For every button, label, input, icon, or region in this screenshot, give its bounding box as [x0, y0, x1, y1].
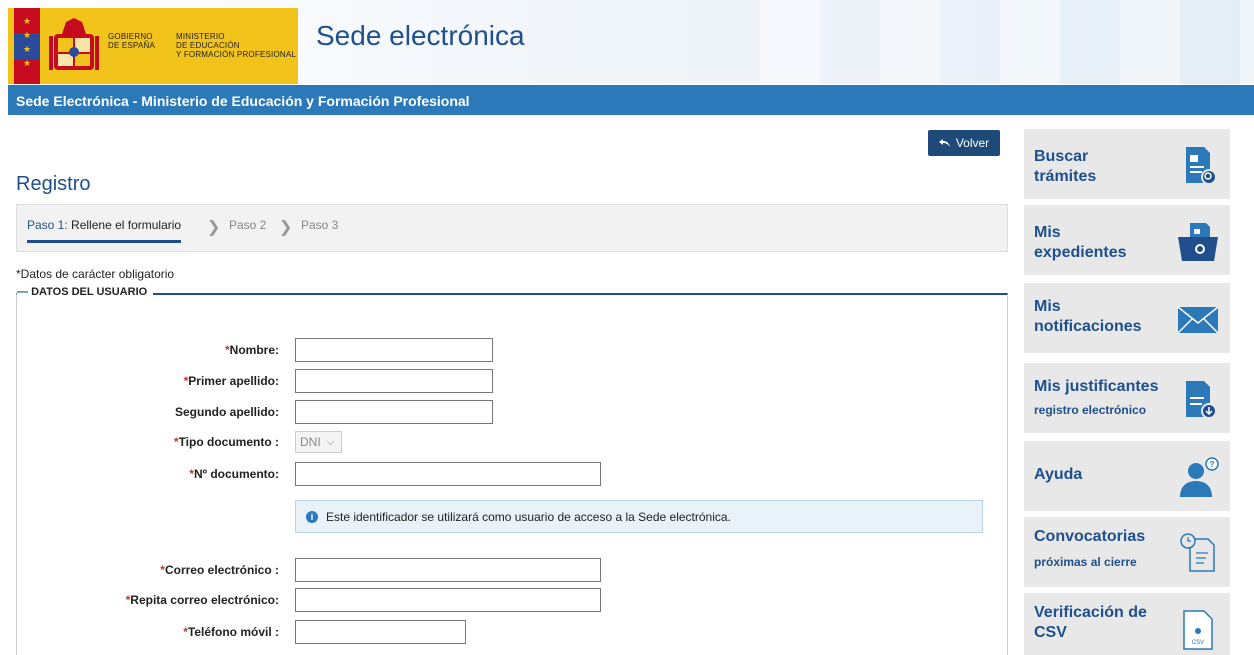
telefono-label-text: Teléfono móvil :	[187, 625, 279, 639]
segundo-apellido-field[interactable]	[295, 400, 493, 424]
government-logo[interactable]: ★ ★ ★ ★ GOBIERNO DE ESPAÑA MINISTERIO DE ED…	[8, 8, 298, 84]
segundo-apellido-label: Segundo apellido:	[23, 405, 279, 419]
ministry-line-1: MINISTERIO	[176, 32, 225, 41]
repeat-email-field[interactable]	[295, 588, 601, 612]
search-document-icon	[1186, 147, 1217, 185]
chevron-right-icon: ❯	[207, 219, 221, 236]
stars-icon: ★ ★ ★ ★	[23, 16, 32, 68]
chevron-down-icon: ⌵	[326, 436, 335, 448]
ministry-label: MINISTERIO DE EDUCACIÓN Y FORMACIÓN PROF…	[176, 32, 296, 59]
sidebar-item-title-line-2: trámites	[1034, 168, 1097, 185]
telefono-label: *Teléfono móvil :	[183, 625, 279, 639]
sidebar-item-title-line-1: Mis	[1034, 298, 1061, 315]
step-3: Paso 3	[301, 218, 339, 232]
quick-access-sidebar: Buscar trámites Mis expedientes Mis noti…	[1014, 115, 1254, 655]
user-help-icon: ?	[1180, 457, 1219, 497]
folder-search-icon	[1178, 223, 1218, 261]
info-icon: i	[306, 510, 318, 523]
nombre-label: *Nombre:	[224, 343, 279, 357]
sidebar-item-title-line-2: expedientes	[1034, 244, 1127, 261]
sidebar-item-title-line-1: Buscar	[1034, 148, 1089, 165]
tipo-documento-value: DNI	[300, 435, 321, 449]
sidebar-item-buscar-tramites[interactable]: Buscar trámites	[1024, 129, 1230, 199]
num-documento-label: *Nº documento:	[189, 467, 279, 481]
main-content: Volver Registro Paso 1: Rellene el formu…	[8, 115, 1010, 655]
download-document-icon	[1186, 381, 1217, 419]
telefono-field[interactable]	[295, 620, 466, 644]
sidebar-item-convocatorias[interactable]: Convocatorias próximas al cierre	[1024, 517, 1230, 587]
back-button[interactable]: Volver	[928, 130, 1000, 156]
page-title: Registro	[16, 173, 91, 195]
tipo-documento-label: *Tipo documento :	[173, 435, 279, 449]
nombre-label-text: Nombre:	[229, 343, 279, 357]
sidebar-item-verificacion-csv[interactable]: Verificación de CSV CSV	[1024, 593, 1230, 655]
tipo-documento-select[interactable]: DNI ⌵	[295, 431, 342, 453]
sidebar-item-title: Mis justificantes	[1034, 378, 1159, 395]
gov-line-2: DE ESPAÑA	[108, 41, 155, 50]
envelope-icon	[1177, 306, 1219, 334]
ministry-line-2: DE EDUCACIÓN	[176, 41, 240, 50]
email-field[interactable]	[295, 558, 601, 582]
chevron-right-icon: ❯	[279, 219, 293, 236]
sidebar-item-title: Ayuda	[1034, 466, 1083, 483]
segundo-apellido-label-text: Segundo apellido:	[175, 405, 279, 419]
nombre-field[interactable]	[295, 338, 493, 362]
num-documento-field[interactable]	[295, 462, 601, 486]
steps-bar: Paso 1: Rellene el formulario ❯ Paso 2 ❯…	[16, 204, 1008, 252]
sidebar-item-title: Convocatorias	[1034, 528, 1146, 545]
breadcrumb-bar: Sede Electrónica - Ministerio de Educaci…	[8, 85, 1254, 115]
back-button-label: Volver	[955, 136, 990, 150]
breadcrumb-title[interactable]: Sede Electrónica - Ministerio de Educaci…	[16, 93, 470, 109]
step-1-prefix: Paso 1:	[27, 218, 68, 232]
gov-line-1: GOBIERNO	[108, 32, 153, 41]
coat-of-arms-icon	[49, 18, 99, 70]
step-2: Paso 2	[229, 218, 267, 232]
sidebar-item-ayuda[interactable]: Ayuda ?	[1024, 441, 1230, 511]
correo-label: *Correo electrónico :	[160, 563, 279, 577]
site-title[interactable]: Sede electrónica	[316, 20, 525, 52]
government-label: GOBIERNO DE ESPAÑA	[108, 32, 155, 50]
svg-text:?: ?	[1210, 460, 1215, 469]
sidebar-item-subtitle: registro electrónico	[1034, 403, 1147, 417]
step-1: Paso 1: Rellene el formulario	[27, 218, 182, 243]
num-documento-label-text: Nº documento:	[193, 467, 279, 481]
sidebar-item-subtitle: próximas al cierre	[1034, 555, 1137, 569]
undo-arrow-icon	[938, 139, 950, 147]
repita-correo-label-text: Repita correo electrónico:	[130, 593, 279, 607]
info-message: i Este identificador se utilizará como u…	[295, 500, 983, 533]
ministry-line-3: Y FORMACIÓN PROFESIONAL	[176, 50, 297, 59]
sidebar-item-title-line-1: Mis	[1034, 224, 1061, 241]
sidebar-item-title-line-2: notificaciones	[1034, 318, 1142, 335]
primer-apellido-label: *Primer apellido:	[183, 374, 279, 388]
sidebar-item-mis-notificaciones[interactable]: Mis notificaciones	[1024, 283, 1230, 353]
sidebar-item-title: Mis notificaciones	[1034, 297, 1142, 337]
svg-text:CSV: CSV	[1192, 640, 1204, 646]
repita-correo-label: *Repita correo electrónico:	[125, 593, 279, 607]
section-title: DATOS DEL USUARIO	[17, 286, 154, 298]
primer-apellido-field[interactable]	[295, 369, 493, 393]
sidebar-item-title: Buscar trámites	[1034, 147, 1096, 187]
required-note: *Datos de carácter obligatorio	[16, 267, 175, 281]
tipo-documento-label-text: Tipo documento :	[178, 435, 279, 449]
sidebar-item-title-line-1: Verificación de	[1034, 604, 1147, 621]
sidebar-item-mis-expedientes[interactable]: Mis expedientes	[1024, 205, 1230, 275]
sidebar-item-mis-justificantes[interactable]: Mis justificantes registro electrónico	[1024, 363, 1230, 433]
eu-spain-flag: ★ ★ ★ ★	[14, 8, 40, 84]
user-data-section: DATOS DEL USUARIO *Nombre: *Primer apell…	[16, 286, 1008, 655]
info-message-text: Este identificador se utilizará como usu…	[326, 509, 731, 524]
sidebar-item-title-line-2: CSV	[1034, 624, 1067, 641]
site-header: ★ ★ ★ ★ GOBIERNO DE ESPAÑA MINISTERIO DE ED…	[0, 0, 1254, 84]
sidebar-item-title: Verificación de CSV	[1034, 603, 1147, 643]
sidebar-item-title: Mis expedientes	[1034, 223, 1126, 263]
primer-apellido-label-text: Primer apellido:	[188, 374, 279, 388]
csv-document-icon: CSV	[1183, 610, 1213, 650]
clock-document-icon	[1180, 533, 1215, 572]
step-1-label: Rellene el formulario	[71, 218, 182, 232]
correo-label-text: Correo electrónico :	[164, 563, 279, 577]
